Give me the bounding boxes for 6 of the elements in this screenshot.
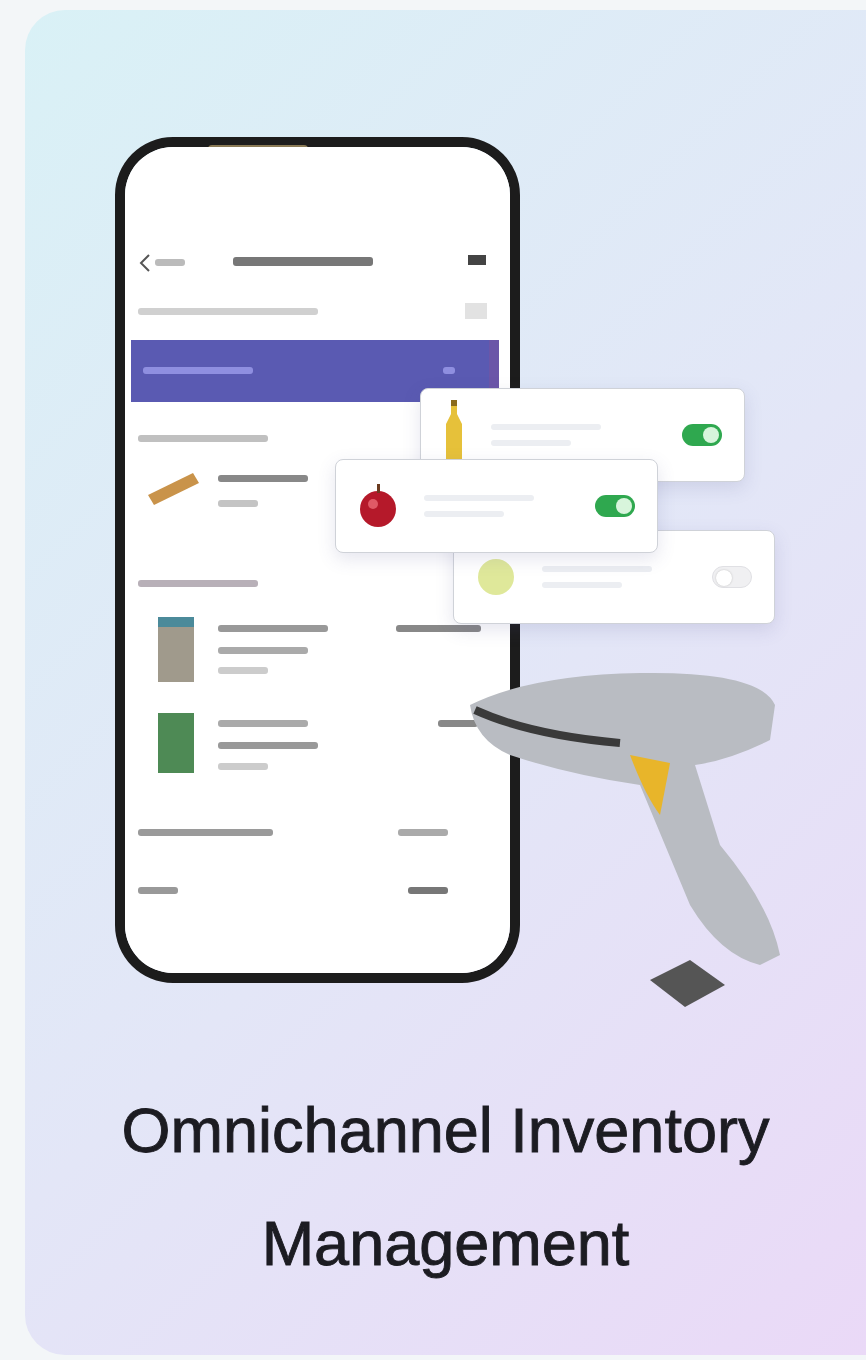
toggle-switch[interactable]: [712, 566, 752, 588]
toggle-switch[interactable]: [595, 495, 635, 517]
card-title: Omnichannel Inventory Management: [120, 1094, 771, 1280]
apple-icon: [358, 484, 398, 528]
lime-icon: [476, 557, 516, 597]
toggle-switch[interactable]: [682, 424, 722, 446]
